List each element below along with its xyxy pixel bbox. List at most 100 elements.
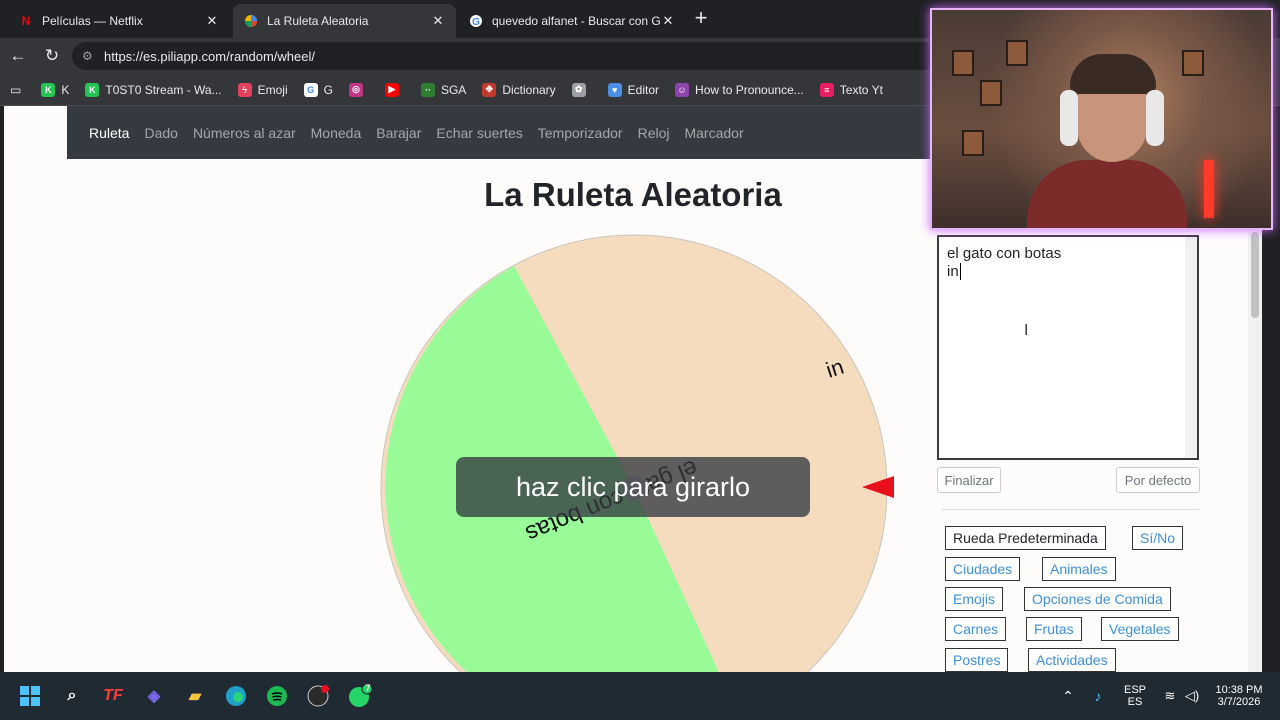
bookmark-label: SGA <box>440 82 467 97</box>
nav-moneda[interactable]: Moneda <box>311 125 362 141</box>
tab-google[interactable]: G quevedo alfanet - Buscar con Goo ✕ <box>458 4 686 38</box>
wheel-pointer-icon <box>862 476 894 498</box>
nav-reloj[interactable]: Reloj <box>638 125 670 141</box>
bookmark-k[interactable]: KK <box>41 82 70 97</box>
spin-wheel[interactable]: in el gato con botas <box>374 228 894 672</box>
bookmark-label: Texto Yt <box>839 82 883 97</box>
bookmark-dictionary[interactable]: ✥ Dictionary <box>482 82 556 97</box>
bookmark-chatgpt[interactable]: ✿ <box>571 82 592 97</box>
tf-app-icon[interactable]: TF <box>101 684 125 708</box>
textarea-scrollbar[interactable] <box>1185 237 1197 458</box>
clock-time: 10:38 PM <box>1215 684 1263 696</box>
language-bottom: ES <box>1127 696 1143 708</box>
bookmark-tosto[interactable]: K T0ST0 Stream - Wa... <box>85 82 222 97</box>
clock-date: 3/7/2026 <box>1217 696 1261 708</box>
preset-opciones-comida[interactable]: Opciones de Comida <box>1024 587 1171 611</box>
wifi-icon[interactable]: ≋ <box>1160 672 1180 720</box>
nav-numeros[interactable]: Números al azar <box>193 125 296 141</box>
bookmark-editor[interactable]: ♥ Editor <box>607 82 659 97</box>
preset-emojis[interactable]: Emojis <box>945 587 1004 611</box>
bookmark-g[interactable]: GG <box>303 82 333 97</box>
bookmarks-menu-icon[interactable]: ▭ <box>10 83 21 97</box>
close-icon[interactable]: ✕ <box>204 13 220 29</box>
default-button[interactable]: Por defecto <box>1116 467 1200 493</box>
preset-frutas[interactable]: Frutas <box>1026 617 1082 641</box>
kick-icon: K <box>85 82 100 97</box>
language-top: ESP <box>1123 684 1146 696</box>
nav-marcador[interactable]: Marcador <box>684 125 743 141</box>
entries-textarea[interactable]: el gato con botas in <box>937 235 1199 460</box>
chevron-up-icon[interactable]: ⌃ <box>1058 672 1078 720</box>
piliapp-icon <box>243 13 259 29</box>
preset-si-no[interactable]: Sí/No <box>1132 526 1184 550</box>
wall-frame <box>980 80 1002 106</box>
wall-frame <box>962 130 984 156</box>
close-icon[interactable]: ✕ <box>660 13 676 29</box>
openai-icon: ✿ <box>571 82 586 97</box>
bookmark-pronounce[interactable]: ☺ How to Pronounce... <box>675 82 804 97</box>
headphone-icon <box>1146 90 1164 146</box>
address-bar[interactable]: ⚙ https://es.piliapp.com/random/wheel/ <box>72 42 952 70</box>
nav-barajar[interactable]: Barajar <box>376 125 421 141</box>
nav-temporizador[interactable]: Temporizador <box>538 125 623 141</box>
entry-line-cursor: in <box>947 263 1189 281</box>
tab-title: Películas — Netflix <box>42 14 143 28</box>
texto-icon: ≡ <box>819 82 834 97</box>
netflix-icon: N <box>21 14 31 28</box>
page-scrollbar[interactable] <box>1248 226 1262 672</box>
bookmark-texto-yt[interactable]: ≡ Texto Yt <box>819 82 883 97</box>
bookmark-instagram[interactable]: ◎ <box>348 82 369 97</box>
bookmark-emoji[interactable]: ϟ Emoji <box>237 82 288 97</box>
wall-frame <box>1182 50 1204 76</box>
dictionary-icon: ✥ <box>482 82 497 97</box>
obs-icon[interactable] <box>306 684 330 708</box>
new-tab-button[interactable]: + <box>690 6 712 32</box>
text-cursor-icon: I <box>1024 322 1029 339</box>
spin-button[interactable]: haz clic para girarlo <box>456 457 810 517</box>
wall-frame <box>1006 40 1028 66</box>
site-info-icon[interactable]: ⚙ <box>82 49 96 63</box>
nav-ruleta[interactable]: Ruleta <box>89 125 129 141</box>
back-arrow-icon[interactable]: ← <box>7 45 29 67</box>
tab-netflix[interactable]: N Películas — Netflix ✕ <box>8 4 230 38</box>
scrollbar-thumb[interactable] <box>1251 232 1259 318</box>
microphone-icon[interactable]: ♪ <box>1088 672 1108 720</box>
spotify-icon[interactable] <box>265 684 289 708</box>
bookmark-youtube[interactable]: ▶ <box>384 82 405 97</box>
bookmark-label: K <box>61 82 70 97</box>
language-indicator[interactable]: ESP ES <box>1118 672 1152 720</box>
nav-echar-suertes[interactable]: Echar suertes <box>436 125 522 141</box>
finish-button[interactable]: Finalizar <box>937 467 1001 493</box>
close-icon[interactable]: ✕ <box>430 13 446 29</box>
preset-animales[interactable]: Animales <box>1042 557 1116 581</box>
kick-icon: K <box>41 82 56 97</box>
lightning-icon: ϟ <box>237 82 252 97</box>
windows-start-icon[interactable] <box>18 684 42 708</box>
volume-icon[interactable]: ◁) <box>1182 672 1202 720</box>
reload-icon[interactable]: ↻ <box>41 45 63 67</box>
sga-icon: ·· <box>420 82 435 97</box>
preset-ciudades[interactable]: Ciudades <box>945 557 1021 581</box>
nav-dado[interactable]: Dado <box>144 125 177 141</box>
preset-rueda-predeterminada[interactable]: Rueda Predeterminada <box>945 526 1106 550</box>
text-cursor <box>959 263 961 280</box>
svg-text:G: G <box>472 17 480 28</box>
file-explorer-icon[interactable]: ▰ <box>183 684 207 708</box>
webcam-overlay <box>930 8 1273 230</box>
preset-postres[interactable]: Postres <box>945 648 1009 672</box>
search-icon[interactable]: ⌕ <box>60 684 84 708</box>
preset-carnes[interactable]: Carnes <box>945 617 1007 641</box>
bookmark-sga[interactable]: ·· SGA <box>420 82 467 97</box>
clock[interactable]: 10:38 PM 3/7/2026 <box>1208 672 1270 720</box>
whatsapp-badge: 7 <box>365 683 371 693</box>
edge-browser-icon[interactable] <box>224 684 248 708</box>
preset-vegetales[interactable]: Vegetales <box>1101 617 1179 641</box>
site-navbar: Ruleta Dado Números al azar Moneda Baraj… <box>67 106 947 159</box>
preset-actividades[interactable]: Actividades <box>1028 648 1116 672</box>
tab-ruleta[interactable]: La Ruleta Aleatoria ✕ <box>233 4 456 38</box>
tab-title: quevedo alfanet - Buscar con Goo <box>492 14 660 28</box>
vpn-app-icon[interactable]: ◈ <box>142 684 166 708</box>
divider <box>941 509 1199 510</box>
entry-line: in <box>947 263 959 280</box>
tab-title: La Ruleta Aleatoria <box>267 14 369 28</box>
